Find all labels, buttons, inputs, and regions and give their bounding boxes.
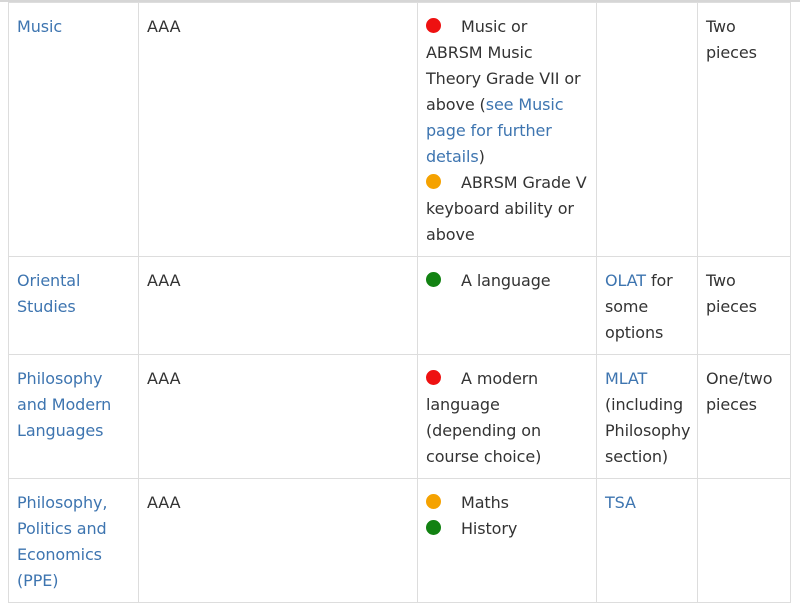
helpful-dot-icon	[426, 520, 441, 535]
test-cell: OLAT for some options	[596, 256, 698, 355]
subject-text: History	[461, 519, 518, 538]
subject-item: ABRSM Grade V keyboard ability or above	[426, 170, 588, 248]
written-work-cell: One/two pieces	[697, 354, 791, 479]
course-cell: Philosophy and Modern Languages	[8, 354, 139, 479]
subject-item: A language	[426, 268, 588, 294]
subjects-cell: A language	[417, 256, 597, 355]
subject-item: History	[426, 516, 588, 542]
course-link-ppe[interactable]: Philosophy, Politics and Economics (PPE)	[17, 493, 107, 590]
grades-cell: AAA	[138, 256, 418, 355]
table-row: Oriental Studies AAA A language OLAT for…	[8, 256, 791, 355]
subject-item: Maths	[426, 490, 588, 516]
helpful-dot-icon	[426, 272, 441, 287]
test-cell: TSA	[596, 478, 698, 603]
subject-text-after: )	[478, 147, 485, 166]
subject-text: Maths	[461, 493, 509, 512]
courses-table: Music AAA Music or ABRSM Music Theory Gr…	[8, 2, 791, 603]
essential-dot-icon	[426, 18, 441, 33]
course-link-philosophy-modern-languages[interactable]: Philosophy and Modern Languages	[17, 369, 111, 440]
table-row: Philosophy and Modern Languages AAA A mo…	[8, 354, 791, 479]
course-cell: Music	[8, 2, 139, 257]
tsa-test-link[interactable]: TSA	[605, 493, 636, 512]
subject-item: A modern language (depending on course c…	[426, 366, 588, 470]
grades-cell: AAA	[138, 2, 418, 257]
course-link-oriental-studies[interactable]: Oriental Studies	[17, 271, 80, 316]
written-work-cell: Two pieces	[697, 256, 791, 355]
course-cell: Philosophy, Politics and Economics (PPE)	[8, 478, 139, 603]
subject-item: Music or ABRSM Music Theory Grade VII or…	[426, 14, 588, 170]
subject-text: ABRSM Grade V keyboard ability or above	[426, 173, 587, 244]
subjects-cell: Maths History	[417, 478, 597, 603]
essential-dot-icon	[426, 370, 441, 385]
test-cell	[596, 2, 698, 257]
table-row: Music AAA Music or ABRSM Music Theory Gr…	[8, 2, 791, 257]
course-link-music[interactable]: Music	[17, 17, 62, 36]
subject-text: A modern language (depending on course c…	[426, 369, 542, 466]
test-cell: MLAT (including Philosophy section)	[596, 354, 698, 479]
olat-test-link[interactable]: OLAT	[605, 271, 646, 290]
subjects-cell: Music or ABRSM Music Theory Grade VII or…	[417, 2, 597, 257]
subject-text: A language	[461, 271, 551, 290]
grades-cell: AAA	[138, 354, 418, 479]
subjects-cell: A modern language (depending on course c…	[417, 354, 597, 479]
recommended-dot-icon	[426, 174, 441, 189]
course-cell: Oriental Studies	[8, 256, 139, 355]
test-text: (including Philosophy section)	[605, 395, 691, 466]
written-work-cell	[697, 478, 791, 603]
written-work-cell: Two pieces	[697, 2, 791, 257]
mlat-test-link[interactable]: MLAT	[605, 369, 647, 388]
recommended-dot-icon	[426, 494, 441, 509]
table-row: Philosophy, Politics and Economics (PPE)…	[8, 478, 791, 603]
grades-cell: AAA	[138, 478, 418, 603]
